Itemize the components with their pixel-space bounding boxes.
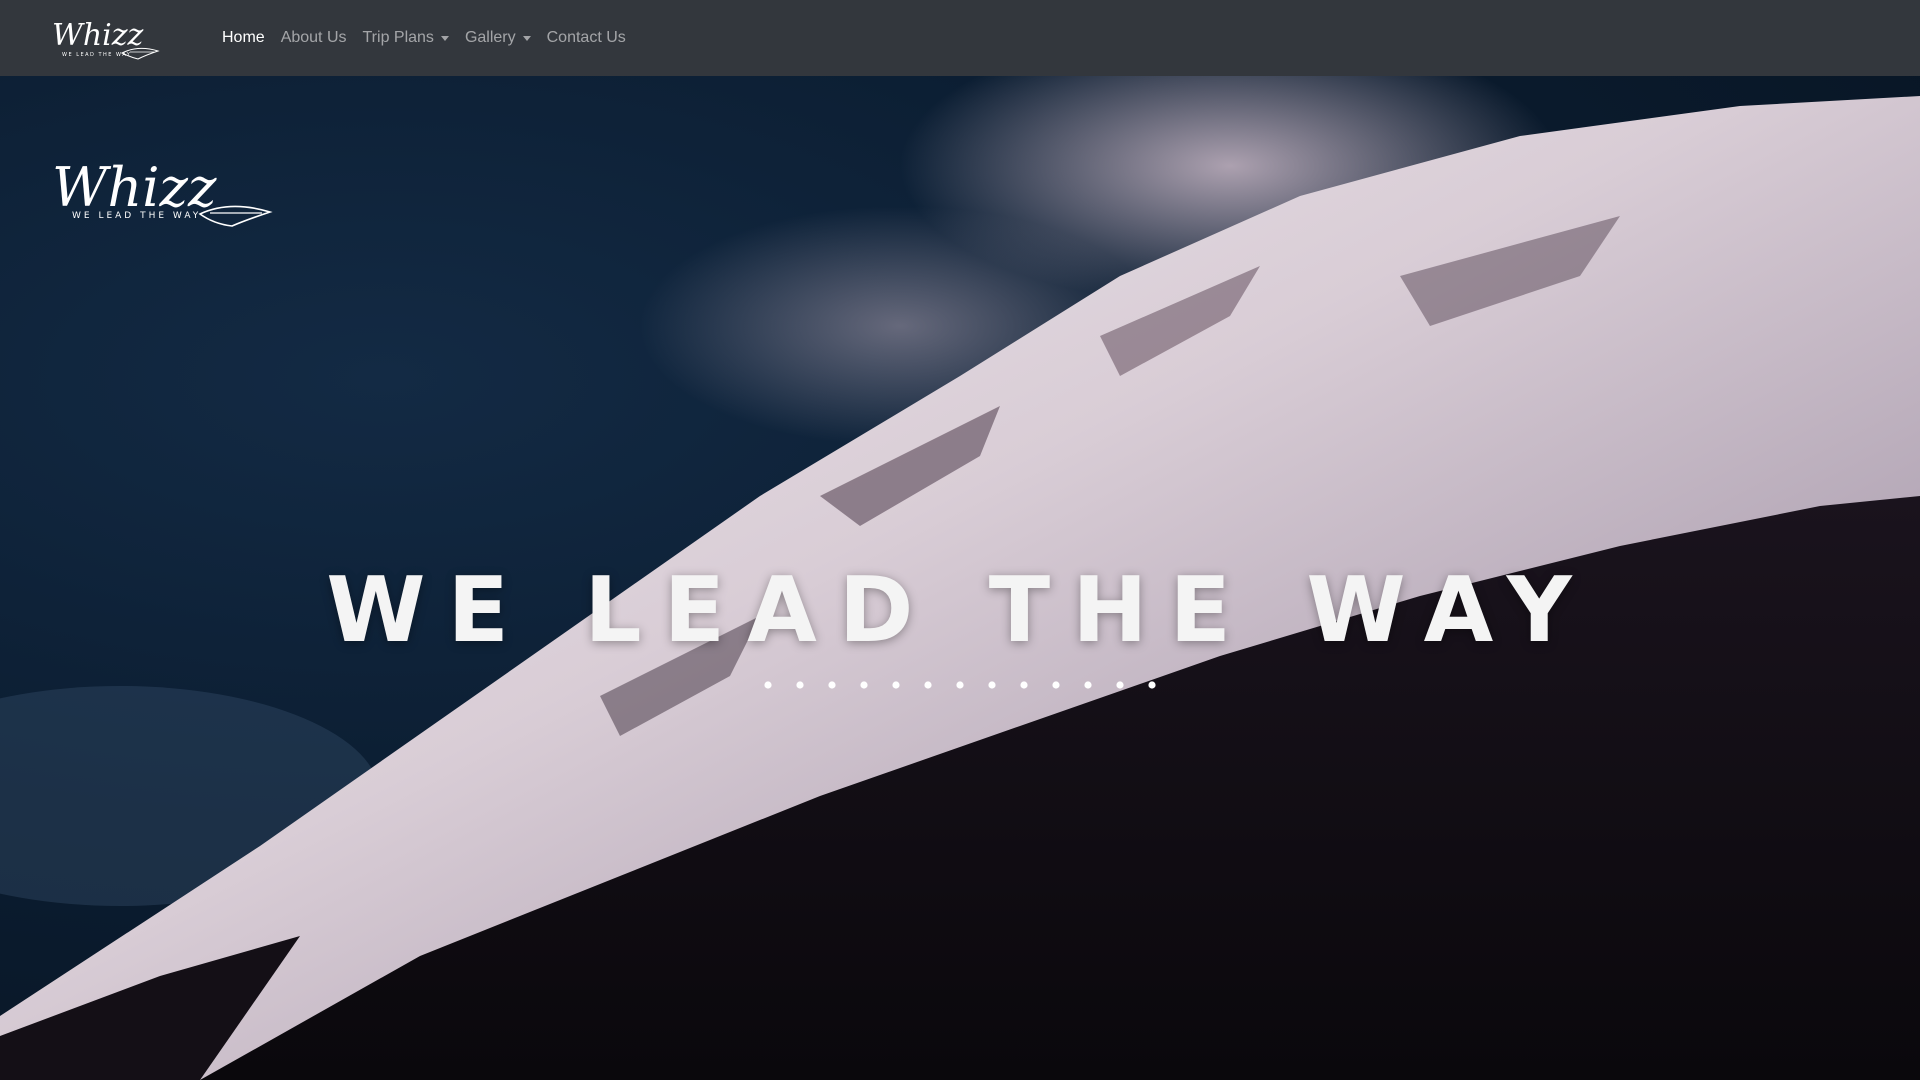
- nav-item-label: Home: [222, 29, 265, 46]
- whizz-hero-logo: Whizz WE LEAD THE WAY: [52, 156, 273, 227]
- svg-text:Whizz: Whizz: [52, 156, 217, 219]
- navbar: Whizz WE LEAD THE WAY Home About Us Trip…: [0, 0, 1920, 76]
- hero-section: Whizz WE LEAD THE WAY WE LEAD THE WAY: [0, 76, 1920, 1080]
- hero-headline: WE LEAD THE WAY: [326, 558, 1594, 663]
- svg-text:WE LEAD THE WAY: WE LEAD THE WAY: [62, 52, 131, 58]
- nav-item-trip-plans[interactable]: Trip Plans: [363, 29, 449, 47]
- whizz-logo[interactable]: Whizz WE LEAD THE WAY: [50, 15, 165, 61]
- nav-item-label: Trip Plans: [362, 29, 434, 46]
- nav-item-about-us[interactable]: About Us: [281, 29, 347, 47]
- caret-down-icon: [440, 35, 449, 41]
- caret-down-icon: [522, 35, 531, 41]
- nav-item-label: Gallery: [464, 29, 516, 46]
- svg-text:WE LEAD THE WAY: WE LEAD THE WAY: [72, 211, 201, 221]
- dots-divider-icon: [764, 681, 1156, 689]
- nav-item-label: About Us: [280, 29, 347, 46]
- nav-item-gallery[interactable]: Gallery: [465, 29, 531, 47]
- svg-text:Whizz: Whizz: [52, 18, 144, 53]
- nav-item-home[interactable]: Home: [222, 29, 265, 47]
- nav-item-label: Contact Us: [546, 29, 626, 46]
- dotted-divider: [0, 678, 1920, 696]
- nav-menu: Home About Us Trip Plans Gallery Contact…: [222, 29, 642, 47]
- nav-item-contact-us[interactable]: Contact Us: [547, 29, 626, 47]
